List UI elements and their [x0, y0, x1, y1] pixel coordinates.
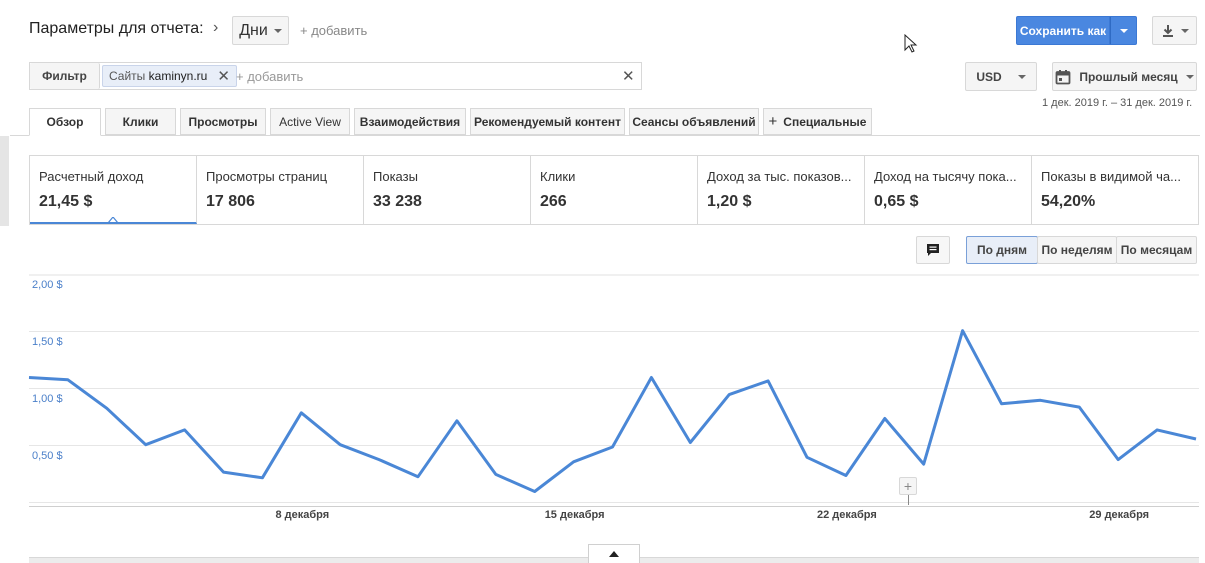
- y-tick-label: 1,00 $: [32, 393, 63, 405]
- annotation-marker-line: [908, 495, 909, 505]
- collapse-chart-button[interactable]: [588, 544, 640, 563]
- chevron-up-icon: [609, 551, 619, 557]
- x-tick-label: 8 декабря: [275, 509, 329, 521]
- x-tick-label: 15 декабря: [545, 509, 605, 521]
- y-tick-label: 1,50 $: [32, 336, 63, 348]
- y-tick-label: 0,50 $: [32, 450, 63, 462]
- x-tick-label: 29 декабря: [1089, 509, 1149, 521]
- y-tick-label: 2,00 $: [32, 279, 63, 291]
- x-tick-label: 22 декабря: [817, 509, 877, 521]
- series-line: [28, 329, 1197, 493]
- add-annotation-icon[interactable]: +: [899, 477, 917, 495]
- chart-canvas: 2,00 $ 1,50 $ 1,00 $ 0,50 $ 8 декабря 15 дека…: [28, 274, 1199, 521]
